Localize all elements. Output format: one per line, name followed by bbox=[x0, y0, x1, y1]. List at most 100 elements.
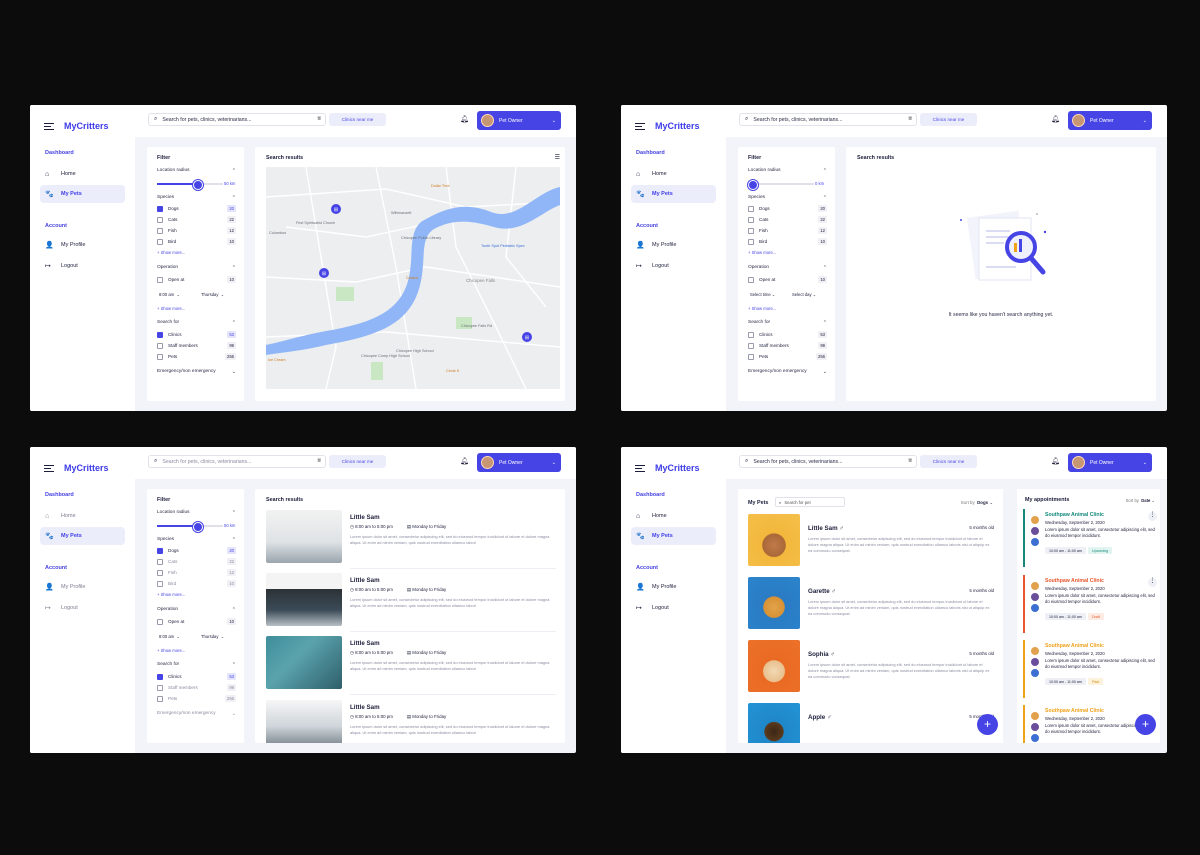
open-at-checkbox[interactable]: Open at 10 bbox=[157, 617, 236, 626]
appointments-sort-select[interactable]: Sort by Date ⌄ bbox=[1126, 498, 1155, 503]
pet-card[interactable]: Apple ♂ 5 months old bbox=[748, 703, 994, 743]
time-select[interactable]: 8:00 am ⌄ bbox=[159, 632, 180, 640]
time-select[interactable]: 8:00 am ⌄ bbox=[159, 290, 180, 298]
list-view-icon[interactable]: ☰ bbox=[555, 154, 560, 161]
open-at-checkbox[interactable]: Open at 10 bbox=[157, 275, 236, 284]
sidebar-item-my-pets[interactable]: 🐾 My Pets bbox=[40, 527, 125, 545]
clinics-near-me-button[interactable]: Clinics near me bbox=[329, 113, 386, 126]
species-dogs[interactable]: Dogs 20 bbox=[157, 204, 236, 213]
user-menu-button[interactable]: Pet Owner ⌄ bbox=[477, 453, 561, 472]
search-for-pets[interactable]: Pets 256 bbox=[748, 352, 827, 361]
show-more-link[interactable]: + Show more... bbox=[157, 250, 185, 255]
radius-slider[interactable] bbox=[157, 180, 223, 190]
open-at-checkbox[interactable]: Open at 10 bbox=[748, 275, 827, 284]
sidebar-item-my-profile[interactable]: 👤 My Profile bbox=[631, 578, 716, 596]
sort-select[interactable]: Sort by Dogs ⌄ bbox=[961, 500, 993, 506]
filter-icon[interactable]: ⩸ bbox=[908, 458, 912, 465]
day-select[interactable]: Thursday ⌄ bbox=[201, 290, 224, 298]
show-more-link[interactable]: + Show more... bbox=[157, 648, 185, 653]
pet-search-input[interactable]: ⌕ Search for pet bbox=[775, 497, 845, 507]
species-fish[interactable]: Fish 12 bbox=[157, 568, 236, 577]
search-for-clinics[interactable]: Clinics 53 bbox=[157, 330, 236, 339]
day-select[interactable]: Thursday ⌄ bbox=[201, 632, 224, 640]
species-dogs[interactable]: Dogs 20 bbox=[748, 204, 827, 213]
species-cats[interactable]: Cats 22 bbox=[157, 557, 236, 566]
user-menu-button[interactable]: Pet Owner ⌄ bbox=[1068, 453, 1152, 472]
sidebar-item-my-profile[interactable]: 👤 My Profile bbox=[40, 578, 125, 596]
sidebar-item-logout[interactable]: ↦ Logout bbox=[40, 599, 125, 617]
sidebar-item-my-pets[interactable]: 🐾 My Pets bbox=[631, 527, 716, 545]
add-pet-button[interactable]: + bbox=[977, 714, 998, 735]
user-menu-button[interactable]: Pet Owner ⌄ bbox=[477, 111, 561, 130]
species-dogs[interactable]: Dogs 20 bbox=[157, 546, 236, 555]
radius-slider[interactable] bbox=[748, 180, 814, 190]
filter-icon[interactable]: ⩸ bbox=[317, 458, 321, 465]
species-fish[interactable]: Fish 12 bbox=[748, 226, 827, 235]
time-select[interactable]: Select time ⌄ bbox=[750, 290, 775, 298]
search-input[interactable]: ⌕ Search for pets, clinics, veterinarians… bbox=[739, 455, 917, 468]
map-view[interactable]: First Spiritualist Church Willimansett Ch… bbox=[266, 167, 560, 389]
add-appointment-button[interactable]: + bbox=[1135, 714, 1156, 735]
pet-card[interactable]: Garette ♂ 5 months old Lorem ipsum dolor… bbox=[748, 577, 994, 630]
day-select[interactable]: Select day ⌄ bbox=[792, 290, 816, 298]
pet-card[interactable]: Little Sam ♂ 5 months old Lorem ipsum do… bbox=[748, 514, 994, 567]
appointment-card[interactable]: Southpaw Animal Clinic Wednesday, Septem… bbox=[1023, 575, 1159, 633]
sidebar-item-my-profile[interactable]: 👤 My Profile bbox=[40, 236, 125, 254]
bell-icon[interactable]: 🔔︎ bbox=[460, 457, 469, 465]
emergency-label[interactable]: Emergency/non emergency ⌄ bbox=[157, 369, 236, 375]
search-for-clinics[interactable]: Clinics 53 bbox=[748, 330, 827, 339]
filter-icon[interactable]: ⩸ bbox=[317, 116, 321, 123]
search-input[interactable]: ⌕ Search for pets, clinics, veterinarians… bbox=[148, 455, 326, 468]
bell-icon[interactable]: 🔔︎ bbox=[1051, 115, 1060, 123]
result-card[interactable]: Little Sam ◷ 8:00 am to 5:00 pm ▤ Monday … bbox=[266, 573, 556, 632]
search-for-clinics[interactable]: Clinics 53 bbox=[157, 672, 236, 681]
sidebar-item-logout[interactable]: ↦ Logout bbox=[40, 257, 125, 275]
appointment-card[interactable]: Southpaw Animal Clinic Wednesday, Septem… bbox=[1023, 640, 1159, 698]
show-more-link[interactable]: + Show more... bbox=[748, 306, 776, 311]
clinics-near-me-button[interactable]: Clinics near me bbox=[920, 455, 977, 468]
more-options-icon[interactable]: ⋮ bbox=[1148, 578, 1157, 587]
radius-slider[interactable] bbox=[157, 522, 223, 532]
show-more-link[interactable]: + Show more... bbox=[748, 250, 776, 255]
search-input[interactable]: ⌕ Search for pets, clinics, veterinarians… bbox=[739, 113, 917, 126]
menu-icon[interactable] bbox=[635, 465, 645, 473]
sidebar-item-my-pets[interactable]: 🐾 My Pets bbox=[40, 185, 125, 203]
sidebar-item-my-pets[interactable]: 🐾 My Pets bbox=[631, 185, 716, 203]
sidebar-item-logout[interactable]: ↦ Logout bbox=[631, 257, 716, 275]
sidebar-item-home[interactable]: ⌂ Home bbox=[40, 165, 125, 183]
emergency-label[interactable]: Emergency/non emergency ⌄ bbox=[157, 711, 236, 717]
species-fish[interactable]: Fish 12 bbox=[157, 226, 236, 235]
emergency-label[interactable]: Emergency/non emergency ⌄ bbox=[748, 369, 827, 375]
search-for-staff[interactable]: Staff members 99 bbox=[157, 341, 236, 350]
search-for-pets[interactable]: Pets 256 bbox=[157, 694, 236, 703]
user-menu-button[interactable]: Pet Owner ⌄ bbox=[1068, 111, 1152, 130]
clinics-near-me-button[interactable]: Clinics near me bbox=[920, 113, 977, 126]
menu-icon[interactable] bbox=[44, 123, 54, 131]
more-options-icon[interactable]: ⋮ bbox=[1148, 512, 1157, 521]
species-cats[interactable]: Cats 22 bbox=[157, 215, 236, 224]
menu-icon[interactable] bbox=[635, 123, 645, 131]
filter-icon[interactable]: ⩸ bbox=[908, 116, 912, 123]
bell-icon[interactable]: 🔔︎ bbox=[460, 115, 469, 123]
search-for-staff[interactable]: Staff members 99 bbox=[748, 341, 827, 350]
sidebar-item-my-profile[interactable]: 👤 My Profile bbox=[631, 236, 716, 254]
species-bird[interactable]: Bird 10 bbox=[748, 237, 827, 246]
bell-icon[interactable]: 🔔︎ bbox=[1051, 457, 1060, 465]
result-card[interactable]: Little Sam ◷ 8:00 am to 5:00 pm ▤ Monday … bbox=[266, 510, 556, 569]
show-more-link[interactable]: + Show more... bbox=[157, 592, 185, 597]
appointment-card[interactable]: Southpaw Animal Clinic Wednesday, Septem… bbox=[1023, 509, 1159, 567]
show-more-link[interactable]: + Show more... bbox=[157, 306, 185, 311]
species-cats[interactable]: Cats 22 bbox=[748, 215, 827, 224]
search-for-staff[interactable]: Staff members 99 bbox=[157, 683, 236, 692]
clinics-near-me-button[interactable]: Clinics near me bbox=[329, 455, 386, 468]
result-card[interactable]: Little Sam ◷ 8:00 am to 5:00 pm ▤ Monday … bbox=[266, 636, 556, 695]
menu-icon[interactable] bbox=[44, 465, 54, 473]
search-for-pets[interactable]: Pets 256 bbox=[157, 352, 236, 361]
result-card[interactable]: Little Sam ◷ 8:00 am to 5:00 pm ▤ Monday … bbox=[266, 700, 556, 743]
sidebar-item-home[interactable]: ⌂ Home bbox=[40, 507, 125, 525]
species-bird[interactable]: Bird 10 bbox=[157, 579, 236, 588]
search-input[interactable]: ⌕ Search for pets, clinics, veterinarians… bbox=[148, 113, 326, 126]
sidebar-item-home[interactable]: ⌂ Home bbox=[631, 165, 716, 183]
sidebar-item-home[interactable]: ⌂ Home bbox=[631, 507, 716, 525]
sidebar-item-logout[interactable]: ↦ Logout bbox=[631, 599, 716, 617]
